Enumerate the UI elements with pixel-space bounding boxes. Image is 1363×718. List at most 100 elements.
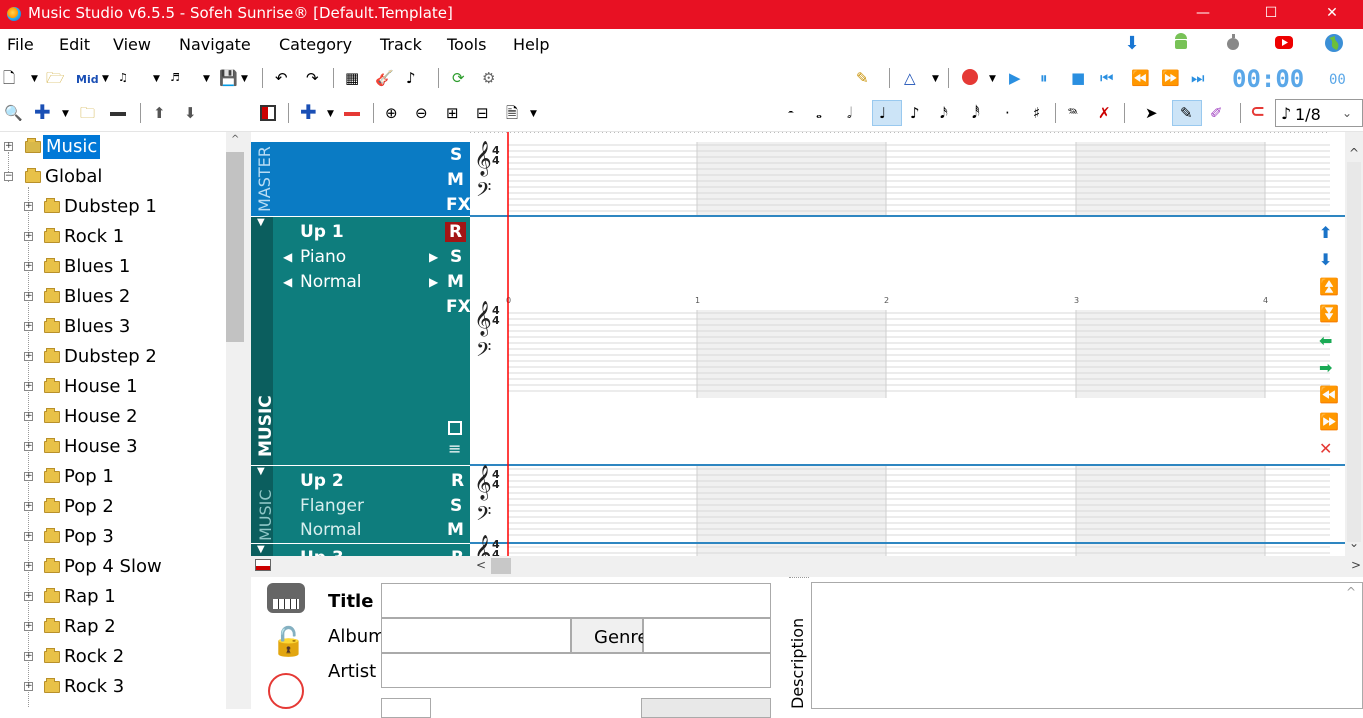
add-note-icon[interactable]: ♪ <box>406 70 416 86</box>
preview-icon[interactable]: 🗎 <box>506 105 518 121</box>
rest-icon[interactable]: 𝄼 <box>788 105 794 121</box>
master-solo-button[interactable]: S <box>450 145 462 165</box>
expand-icon[interactable]: + <box>24 292 33 301</box>
solo-button[interactable]: S <box>450 247 462 267</box>
add-track-icon[interactable]: ✚ <box>300 102 317 122</box>
expand-icon[interactable]: + <box>24 262 33 271</box>
search-icon[interactable]: 🔍 <box>4 105 23 121</box>
tree-item[interactable]: Dubstep 2 <box>64 345 157 369</box>
menu-navigate[interactable]: Navigate <box>179 35 251 54</box>
tree-item[interactable]: House 3 <box>64 435 138 459</box>
solo-button[interactable]: S <box>450 496 462 516</box>
record-arm-button[interactable]: R <box>445 222 467 242</box>
tree-item[interactable]: Rock 1 <box>64 225 124 249</box>
expand-icon[interactable]: + <box>24 322 33 331</box>
mute-button[interactable]: M <box>447 272 464 292</box>
expand-icon[interactable]: + <box>24 382 33 391</box>
move-first-icon[interactable]: ⏪ <box>1319 385 1339 404</box>
thirtysecond-note-icon[interactable]: 𝅘𝅥𝅰 <box>972 105 980 121</box>
tree-item[interactable]: Rock 2 <box>64 645 124 669</box>
apple-icon[interactable] <box>1224 33 1244 53</box>
up2-track-header[interactable]: ▼ MUSIC Up 2 Flanger Normal R S M <box>251 466 470 543</box>
title-field[interactable] <box>381 583 771 618</box>
dot-icon[interactable]: · <box>1005 105 1010 121</box>
fast-forward-icon[interactable]: ⏩ <box>1161 70 1180 86</box>
eighth-note-icon[interactable]: ♪ <box>910 105 920 121</box>
horizontal-scrollbar[interactable]: < > <box>251 556 1363 577</box>
power-icon[interactable] <box>268 673 304 709</box>
prev-mode-icon[interactable]: ◀ <box>283 275 292 289</box>
expand-icon[interactable]: + <box>24 412 33 421</box>
grid-select[interactable]: ♪ 1/8 ⌄ <box>1275 99 1363 127</box>
stop-icon[interactable]: ■ <box>1071 70 1085 86</box>
magnet-icon[interactable]: ⊂ <box>1250 103 1265 121</box>
open-folder-icon[interactable]: 🗁 <box>46 70 65 86</box>
play-icon[interactable]: ▶ <box>1009 70 1021 86</box>
midi-label[interactable]: Mid <box>76 73 99 86</box>
tree-item[interactable]: House 2 <box>64 405 138 429</box>
scroll-thumb[interactable] <box>1347 162 1361 542</box>
piano-icon[interactable]: ▦ <box>345 70 359 86</box>
pointer-icon[interactable]: ➤ <box>1145 105 1158 121</box>
pedal-off-icon[interactable]: ✗ <box>1098 105 1111 121</box>
tree-item[interactable]: Blues 3 <box>64 315 130 339</box>
master-track-header[interactable]: MASTER S M FX <box>251 142 471 216</box>
description-field[interactable]: ^ <box>811 582 1363 709</box>
expand-icon[interactable]: + <box>24 532 33 541</box>
yamaha-icon[interactable]: ♬ <box>170 70 180 86</box>
maximize-button[interactable]: ☐ <box>1248 0 1294 29</box>
panel-icon[interactable] <box>255 559 271 571</box>
move-left-icon[interactable]: ⬅ <box>1319 331 1332 350</box>
track-mode[interactable]: Normal <box>300 272 362 292</box>
prev-instrument-icon[interactable]: ◀ <box>283 250 292 264</box>
chevron-down-icon[interactable]: ▼ <box>31 74 38 84</box>
notation-icon[interactable]: ♫ <box>118 70 128 86</box>
expand-icon[interactable]: + <box>24 442 33 451</box>
tree-item[interactable]: Blues 2 <box>64 285 130 309</box>
staff-canvas[interactable]: 𝄞𝄢44𝄞𝄢44𝄞𝄢44𝄞𝄢4401234⬆⬇⏫⏬⬅➡⏪⏩✕ <box>470 132 1345 556</box>
chevron-down-icon[interactable]: ▼ <box>203 74 210 84</box>
record-icon[interactable] <box>962 69 978 85</box>
tree-scrollbar[interactable]: ^ <box>226 132 246 709</box>
expand-icon[interactable]: + <box>24 622 33 631</box>
skip-forward-icon[interactable]: ⏭ <box>1191 70 1205 86</box>
tree-item-global[interactable]: Global <box>45 165 102 189</box>
next-instrument-icon[interactable]: ▶ <box>429 250 438 264</box>
genre-field[interactable] <box>643 618 771 653</box>
expand-icon[interactable]: + <box>24 202 33 211</box>
sharp-icon[interactable]: ♯ <box>1033 105 1040 121</box>
sixteenth-note-icon[interactable]: 𝅘𝅥𝅯 <box>940 105 948 121</box>
record-arm-button[interactable]: R <box>451 548 464 556</box>
zoom-in-icon[interactable]: ⊕ <box>385 105 398 121</box>
eraser-icon[interactable]: ✐ <box>1210 105 1223 121</box>
move-top-icon[interactable]: ⏫ <box>1319 277 1339 296</box>
track-instrument[interactable]: Piano <box>300 247 346 267</box>
pause-icon[interactable]: ⏸ <box>1040 70 1048 86</box>
tree-item-music[interactable]: Music <box>43 135 101 159</box>
tracks-scrollbar[interactable]: ^ ⌄ <box>1345 132 1363 556</box>
scroll-right-icon[interactable]: > <box>1351 558 1361 572</box>
rewind-icon[interactable]: ⏪ <box>1131 70 1150 86</box>
settings-icon[interactable]: ⚙ <box>482 70 495 86</box>
chevron-down-icon[interactable]: ▼ <box>932 74 939 84</box>
scroll-thumb[interactable] <box>226 152 244 342</box>
scroll-up-icon[interactable]: ^ <box>1349 146 1359 160</box>
quarter-note-icon[interactable]: ♩ <box>879 105 886 121</box>
expand-icon[interactable]: + <box>4 142 13 151</box>
minimize-button[interactable]: — <box>1180 0 1226 29</box>
chevron-down-icon[interactable]: ▼ <box>62 109 69 119</box>
artist-field[interactable] <box>381 653 771 688</box>
tree-item[interactable]: Rap 1 <box>64 585 116 609</box>
whole-note-icon[interactable]: 𝅝 <box>816 105 822 121</box>
move-up-icon[interactable]: ⬆ <box>153 105 166 121</box>
metronome-icon[interactable]: △ <box>904 70 916 86</box>
collapse-icon[interactable]: ▼ <box>257 466 265 477</box>
tree-item[interactable]: Rap 2 <box>64 615 116 639</box>
tree-item[interactable]: Rock 3 <box>64 675 124 699</box>
album-field[interactable] <box>381 618 571 653</box>
scroll-up-icon[interactable]: ^ <box>1346 585 1356 599</box>
scroll-up-icon[interactable]: ^ <box>231 134 239 145</box>
number-field[interactable] <box>381 698 431 718</box>
menu-view[interactable]: View <box>113 35 151 54</box>
guitar-icon[interactable]: 🎸 <box>375 70 394 86</box>
